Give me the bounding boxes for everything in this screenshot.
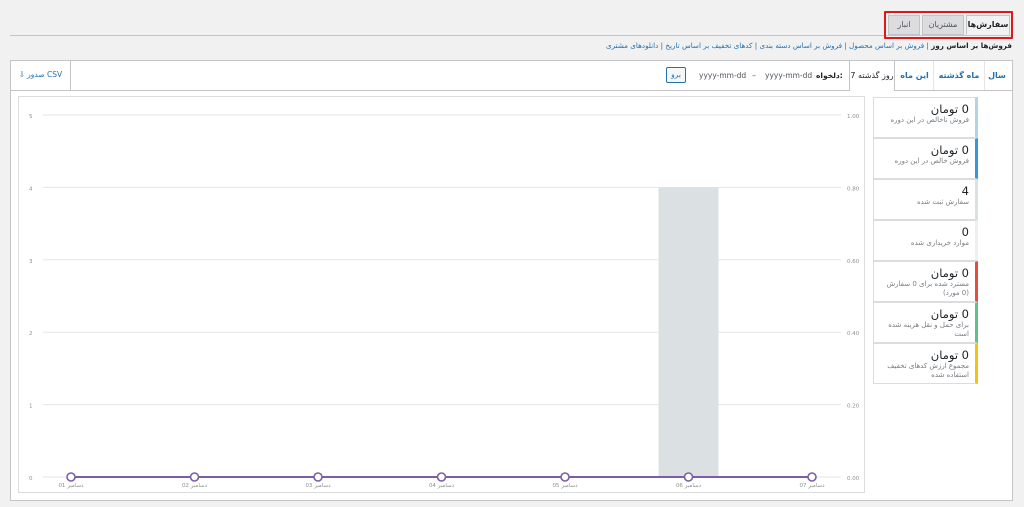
y-tick-left: 4 bbox=[29, 186, 33, 192]
x-tick-label: 05 دسامبر bbox=[552, 483, 578, 489]
bar-orders bbox=[658, 187, 719, 477]
legend-amount: 0 bbox=[961, 225, 969, 239]
download-icon: ⇩ bbox=[18, 70, 26, 79]
x-tick-label: 01 دسامبر bbox=[58, 483, 84, 489]
y-tick-left: 2 bbox=[29, 331, 33, 337]
legend-amount: 0 تومان bbox=[930, 307, 969, 321]
legend-label: فروش خالص در این دوره bbox=[894, 157, 969, 165]
legend-item[interactable]: 0 تومان مجموع ارزش کدهای تخفیف استفاده شد… bbox=[873, 343, 978, 384]
data-point bbox=[560, 472, 570, 482]
range-separator bbox=[933, 61, 934, 90]
legend-label: سفارش ثبت شده bbox=[916, 198, 969, 206]
data-point bbox=[189, 472, 200, 482]
export-csv-button[interactable]: ⇩ صدور CSV bbox=[11, 61, 71, 90]
date-range-dash: – bbox=[752, 71, 756, 80]
highlight-box bbox=[884, 11, 1013, 39]
legend-label: برای حمل و نقل هزینه شده است bbox=[888, 321, 969, 338]
y-tick-right: 0.80 bbox=[847, 186, 860, 192]
range-this-month[interactable]: این ماه bbox=[896, 61, 933, 90]
range-last-month[interactable]: ماه گذشته bbox=[935, 61, 983, 90]
y-tick-left: 0 bbox=[29, 476, 33, 482]
y-tick-left: 5 bbox=[29, 114, 33, 120]
nav-tab-wrapper-line bbox=[10, 35, 1012, 36]
legend-item[interactable]: 0 تومان برای حمل و نقل هزینه شده است bbox=[873, 302, 978, 343]
legend-label: موارد خریداری شده bbox=[910, 239, 969, 247]
legend-amount: 0 تومان bbox=[930, 266, 969, 280]
x-tick-label: 06 دسامبر bbox=[676, 483, 702, 489]
x-tick-label: 07 دسامبر bbox=[799, 483, 825, 489]
subnav-item-sales-by-product[interactable]: فروش بر اساس محصول bbox=[849, 41, 924, 50]
legend-amount: 4 bbox=[961, 184, 969, 198]
subnav-item-customer-downloads[interactable]: دانلودهای مشتری bbox=[606, 41, 658, 50]
sales-chart: 0 0.00 1 0.20 2 0.40 3 0.60 4 0.80 5 1.00 01 دسامبر 0… bbox=[18, 96, 865, 493]
data-point bbox=[436, 472, 447, 482]
chart-legend: 0 تومان فروش ناخالص در این دوره 0 تومان فرو… bbox=[873, 97, 978, 384]
export-csv-label: صدور CSV bbox=[27, 70, 63, 79]
subnav-item-sales-by-category[interactable]: فروش بر اساس دسته بندی bbox=[759, 41, 842, 50]
subnav-item-sales-by-date[interactable]: فروش‌ها بر اساس روز bbox=[931, 41, 1012, 50]
legend-amount: 0 تومان bbox=[930, 143, 969, 157]
legend-item[interactable]: 0 تومان فروش خالص در این دوره bbox=[873, 138, 978, 179]
report-subnav: فروش‌ها بر اساس روز | فروش بر اساس محصول… bbox=[605, 41, 1012, 50]
y-tick-left: 3 bbox=[29, 259, 33, 265]
y-tick-right: 0.00 bbox=[847, 476, 860, 482]
x-tick-label: 04 دسامبر bbox=[429, 483, 455, 489]
legend-item[interactable]: 0 موارد خریداری شده bbox=[873, 220, 978, 261]
legend-amount: 0 تومان bbox=[930, 348, 969, 362]
range-separator bbox=[984, 61, 985, 90]
data-point bbox=[313, 472, 323, 482]
chart-svg: 0 0.00 1 0.20 2 0.40 3 0.60 4 0.80 5 1.00 01 دسامبر 0… bbox=[29, 114, 860, 489]
legend-amount: 0 تومان bbox=[930, 102, 969, 116]
date-from-field[interactable]: yyyy-mm-dd bbox=[699, 61, 747, 90]
legend-item[interactable]: 0 تومان مسترد شده برای 0 سفارش (0 مورد) bbox=[873, 261, 978, 302]
x-tick-label: 02 دسامبر bbox=[182, 483, 208, 489]
subnav-item-coupons-by-date[interactable]: کدهای تخفیف بر اساس تاریخ bbox=[665, 41, 752, 50]
data-point bbox=[683, 472, 694, 482]
y-tick-left: 1 bbox=[29, 404, 33, 410]
y-tick-right: 0.40 bbox=[847, 331, 860, 337]
legend-item[interactable]: 0 تومان فروش ناخالص در این دوره bbox=[873, 97, 978, 138]
range-last-7-days[interactable]: 7 روز گذشته bbox=[849, 61, 895, 91]
x-tick-label: 03 دسامبر bbox=[305, 483, 331, 489]
range-year[interactable]: سال bbox=[986, 61, 1008, 90]
legend-item[interactable]: 4 سفارش ثبت شده bbox=[873, 179, 978, 220]
legend-label: فروش ناخالص در این دوره bbox=[890, 116, 969, 124]
custom-range-label: دلخواه: bbox=[816, 71, 843, 80]
y-tick-right: 1.00 bbox=[847, 114, 860, 120]
date-range-bar: سال ماه گذشته این ماه 7 روز گذشته دلخواه… bbox=[11, 61, 1012, 91]
go-button[interactable]: برو bbox=[666, 67, 686, 83]
legend-label: مسترد شده برای 0 سفارش (0 مورد) bbox=[886, 280, 969, 297]
legend-label: مجموع ارزش کدهای تخفیف استفاده شده bbox=[887, 362, 969, 379]
date-to-field[interactable]: yyyy-mm-dd bbox=[765, 61, 813, 90]
data-point bbox=[807, 472, 817, 482]
data-point bbox=[66, 472, 76, 482]
y-tick-right: 0.20 bbox=[847, 404, 860, 410]
y-tick-right: 0.60 bbox=[847, 259, 860, 265]
